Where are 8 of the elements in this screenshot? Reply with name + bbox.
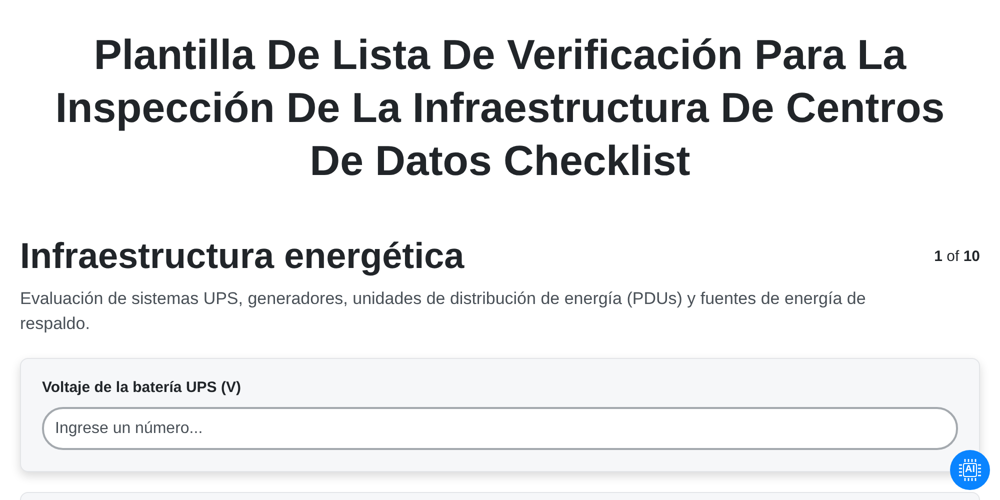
page-title: Plantilla De Lista De Verificación Para La Inspección De La Infraestructura De Centros De Datos Checklist	[54, 30, 946, 186]
section-heading: Infraestructura energética	[20, 234, 464, 278]
section-description: Evaluación de sistemas UPS, generadores, unidades de distribución de energía (PDUs) y fuentes de energía de respaldo.	[20, 288, 867, 335]
chip-icon	[958, 458, 982, 482]
ai-assistant-button[interactable]: AI	[950, 450, 990, 490]
number-input[interactable]: Ingrese un número...	[42, 407, 958, 450]
page-counter: 1 of 10	[934, 248, 980, 265]
field-label: Voltaje de la batería UPS (V)	[42, 379, 242, 396]
